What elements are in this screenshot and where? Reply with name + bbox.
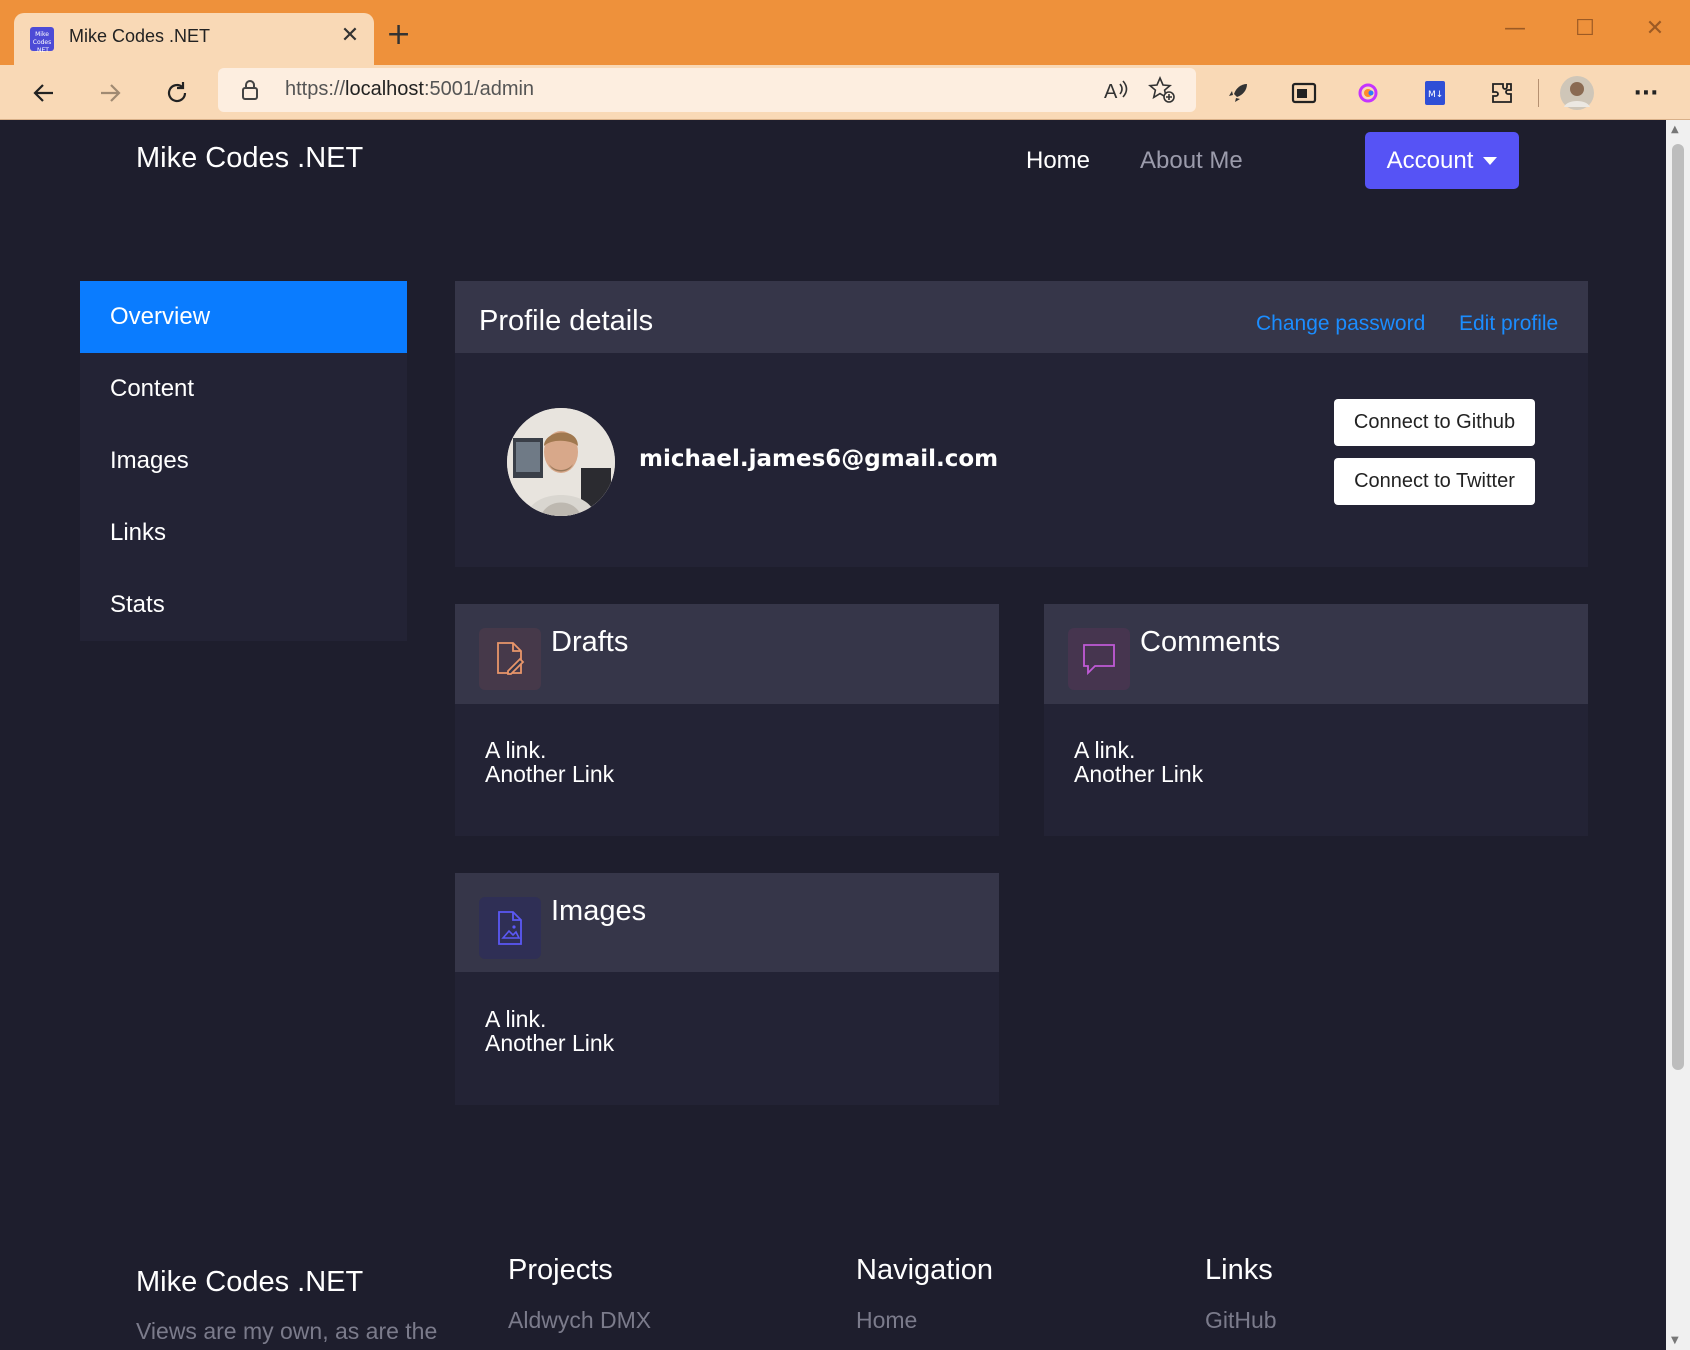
footer-heading-links: Links	[1205, 1254, 1273, 1286]
nav-link-home[interactable]: Home	[1026, 147, 1090, 175]
comments-link-1[interactable]: A link.	[1074, 738, 1203, 762]
url-path: :5001/admin	[423, 78, 535, 100]
tab-title: Mike Codes .NET	[69, 26, 211, 46]
markdown-extension-icon[interactable]: M↓	[1417, 75, 1453, 111]
comments-link-2[interactable]: Another Link	[1074, 762, 1203, 786]
footer-heading-navigation: Navigation	[856, 1254, 994, 1286]
sidebar-item-links[interactable]: Links	[80, 497, 407, 569]
comment-icon	[1068, 628, 1130, 690]
read-aloud-icon[interactable]: A	[1098, 72, 1134, 108]
browser-titlebar: Mike Codes .NET Mike Codes .NET ✕ + — ☐ …	[0, 0, 1690, 65]
favicon-icon: Mike Codes .NET	[30, 27, 54, 54]
sidebar-item-stats[interactable]: Stats	[80, 569, 407, 641]
picture-in-picture-icon[interactable]	[1286, 75, 1322, 111]
change-password-link[interactable]: Change password	[1256, 312, 1425, 336]
images-card: Images A link. Another Link	[455, 873, 999, 1105]
url-text[interactable]: https://localhost:5001/admin	[285, 78, 534, 101]
drafts-title: Drafts	[551, 626, 629, 658]
drafts-card: Drafts A link. Another Link	[455, 604, 999, 836]
comments-card: Comments A link. Another Link	[1044, 604, 1588, 836]
maximize-icon[interactable]: ☐	[1570, 16, 1600, 41]
comments-card-header: Comments	[1044, 604, 1588, 704]
toolbar-divider	[1538, 79, 1539, 107]
navbar-brand[interactable]: Mike Codes .NET	[136, 142, 363, 175]
account-label: Account	[1386, 146, 1474, 174]
scroll-down-icon[interactable]: ▼	[1671, 1335, 1679, 1346]
footer-link-github[interactable]: GitHub	[1205, 1307, 1277, 1334]
back-icon[interactable]	[24, 73, 64, 113]
scroll-up-icon[interactable]: ▲	[1671, 124, 1679, 135]
close-tab-icon[interactable]: ✕	[338, 23, 362, 48]
footer-brand: Mike Codes .NET	[136, 1266, 364, 1298]
new-tab-button[interactable]: +	[386, 20, 411, 50]
edit-profile-link[interactable]: Edit profile	[1459, 312, 1558, 336]
page-scrollbar[interactable]: ▲ ▼	[1666, 120, 1690, 1350]
connect-github-button[interactable]: Connect to Github	[1334, 399, 1535, 446]
profile-title: Profile details	[479, 305, 654, 337]
refresh-icon[interactable]	[157, 73, 197, 113]
comments-links: A link. Another Link	[1074, 738, 1203, 786]
footer-heading-projects: Projects	[508, 1254, 613, 1286]
footer-link-aldwych[interactable]: Aldwych DMX	[508, 1307, 651, 1334]
svg-text:A: A	[1104, 81, 1118, 102]
caret-down-icon	[1483, 156, 1498, 165]
sidebar-item-images[interactable]: Images	[80, 425, 407, 497]
avatar	[507, 408, 615, 516]
lock-icon[interactable]	[240, 79, 260, 105]
images-link-2[interactable]: Another Link	[485, 1031, 614, 1055]
profile-card-header: Profile details Change password Edit pro…	[455, 281, 1588, 353]
rocket-icon[interactable]	[1220, 75, 1256, 111]
image-file-icon	[479, 897, 541, 959]
more-options-icon[interactable]: ···	[1628, 75, 1664, 111]
extension-color-icon[interactable]	[1350, 75, 1386, 111]
images-links: A link. Another Link	[485, 1007, 614, 1055]
comments-title: Comments	[1140, 626, 1281, 658]
drafts-link-1[interactable]: A link.	[485, 738, 614, 762]
images-link-1[interactable]: A link.	[485, 1007, 614, 1031]
drafts-links: A link. Another Link	[485, 738, 614, 786]
admin-sidebar: Overview Content Images Links Stats	[80, 281, 407, 641]
profile-avatar-icon[interactable]	[1559, 75, 1595, 111]
close-window-icon[interactable]: ✕	[1640, 16, 1670, 41]
images-card-header: Images	[455, 873, 999, 972]
web-page: Mike Codes .NET Home About Me Account Ov…	[0, 120, 1666, 1350]
browser-toolbar: https://localhost:5001/admin A M↓ ···	[0, 65, 1690, 120]
extensions-icon[interactable]	[1484, 75, 1520, 111]
sidebar-item-overview[interactable]: Overview	[80, 281, 407, 353]
profile-email: michael.james6@gmail.com	[639, 446, 999, 472]
images-title: Images	[551, 895, 647, 927]
document-edit-icon	[479, 628, 541, 690]
connect-twitter-button[interactable]: Connect to Twitter	[1334, 458, 1535, 505]
minimize-icon[interactable]: —	[1500, 16, 1530, 41]
profile-card: Profile details Change password Edit pro…	[455, 281, 1588, 567]
drafts-link-2[interactable]: Another Link	[485, 762, 614, 786]
favorite-add-icon[interactable]	[1144, 72, 1180, 108]
address-bar[interactable]: https://localhost:5001/admin A	[218, 68, 1196, 112]
forward-icon[interactable]	[90, 73, 130, 113]
footer-tagline: Views are my own, as are the	[136, 1318, 438, 1344]
sidebar-item-content[interactable]: Content	[80, 353, 407, 425]
drafts-card-header: Drafts	[455, 604, 999, 704]
account-dropdown-button[interactable]: Account	[1365, 132, 1519, 189]
nav-link-about[interactable]: About Me	[1140, 147, 1243, 175]
url-prefix: https://	[285, 78, 346, 100]
browser-tab[interactable]: Mike Codes .NET Mike Codes .NET ✕	[14, 13, 374, 65]
scroll-thumb[interactable]	[1672, 144, 1684, 1070]
svg-text:M↓: M↓	[1428, 90, 1443, 100]
footer-link-home[interactable]: Home	[856, 1307, 917, 1334]
url-host: localhost	[345, 78, 424, 100]
